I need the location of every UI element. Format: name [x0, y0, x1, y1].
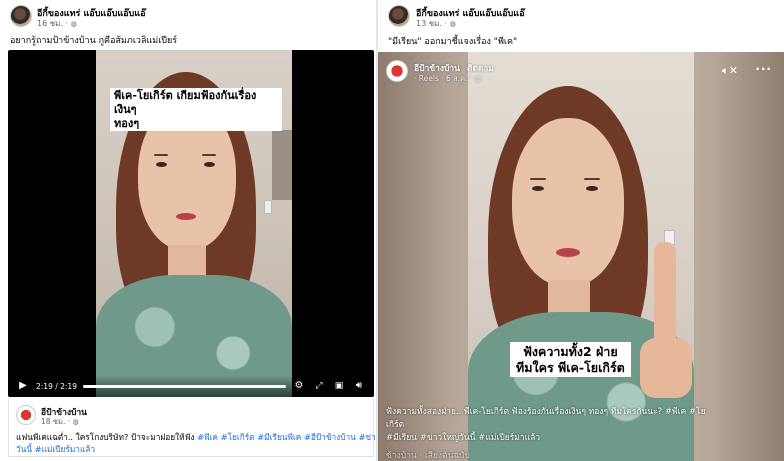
person-lips: [176, 213, 196, 220]
video-time: 2:19 / 2:19: [36, 381, 77, 391]
overlay-line: ฟังความทั้ง2 ฝ่าย: [523, 344, 618, 359]
hashtag-links[interactable]: #มีเรียน #ข่าวใหญ่วันนี้ #แม่เปียร์มาแล้…: [386, 432, 706, 445]
shared-post-time[interactable]: 18 ชม. · ◍: [41, 416, 79, 428]
gear-icon[interactable]: ⚙: [292, 379, 306, 393]
mute-icon[interactable]: 🔈︎✕: [722, 64, 738, 78]
wall-switch: [264, 200, 272, 214]
shared-post-time-text[interactable]: 18 ชม. ·: [41, 417, 73, 426]
page-avatar[interactable]: [388, 5, 410, 27]
doorway: [272, 130, 292, 200]
post-time[interactable]: 13 ชม. · ◍: [416, 17, 456, 30]
person-eye: [156, 162, 167, 167]
reel-overlay-text: ฟังความทั้ง2 ฝ่าย ทีมใคร พีเค-โยเกิร์ต: [510, 342, 631, 378]
person-brow: [202, 154, 216, 156]
audio-line[interactable]: ข้างบ้าน · เสียงต้นฉบับ: [386, 450, 706, 461]
reel-caption-line: ฟังความทั้งสองฝ่าย.. พีเค-โยเกิร์ต ฟ้องร…: [386, 406, 706, 432]
fullscreen-icon[interactable]: ⤢: [312, 379, 326, 393]
hashtag-links[interactable]: #พีเค #โยเกิร์ต #มีเรียนพีเค #อีป้าข้างบ…: [197, 432, 397, 442]
globe-icon: ◍: [72, 418, 79, 426]
person-face: [512, 118, 624, 286]
person-lips: [556, 248, 580, 257]
globe-icon: ◍: [449, 20, 456, 28]
post-caption: "มีเรียน" ออกมาชี้แจงเรื่อง "พีเค": [388, 37, 518, 47]
person-eye: [532, 186, 544, 191]
person-eye: [204, 162, 215, 167]
reel-meta: · Reels · 6 ส.ค. · ◍: [414, 73, 481, 85]
video-progress-fill: [82, 384, 286, 388]
post-time-text[interactable]: 13 ชม. ·: [416, 19, 450, 28]
more-icon[interactable]: ···: [755, 62, 772, 76]
reel-frame: ฟังความทั้ง2 ฝ่าย ทีมใคร พีเค-โยเกิร์ต: [468, 52, 694, 461]
video-player[interactable]: พีเค-โยเกิร์ต เกียมฟ้องกันเรื่องเงินๆ ทอ…: [8, 50, 374, 397]
play-icon[interactable]: ▶: [16, 379, 30, 393]
left-post: อีกี้ของแทร่ แอ๊บแอ๊บแอ๊บแอ๊ 16 ชม. · ◍ …: [0, 0, 397, 461]
post-time-text[interactable]: 16 ชม. ·: [37, 19, 71, 28]
person-hand: [640, 338, 692, 398]
reel-player[interactable]: ฟังความทั้ง2 ฝ่าย ทีมใคร พีเค-โยเกิร์ต อ…: [378, 52, 784, 461]
video-controls: ▶ 2:19 / 2:19 ⚙ ⤢ ▣ 🔊︎: [8, 375, 374, 397]
shared-caption-text: แฟนพีเคแฉต่ำ.. ใครโกงบริษัท? ป้าจะมาฝอยใ…: [16, 432, 198, 442]
reel-caption-text: ฟังความทั้งสองฝ่าย.. พีเค-โยเกิร์ต ฟ้องร…: [386, 407, 665, 417]
post-caption: อยากรู้ถามป้าข้างบ้าน กูคือส้มภเวลิแม่เป…: [10, 36, 178, 46]
shared-post-footer: อีป้าข้างบ้าน 18 ชม. · ◍ แฟนพีเคแฉต่ำ.. …: [8, 399, 397, 457]
overlay-line: ทองๆ: [114, 116, 140, 130]
picture-in-picture-icon[interactable]: ▣: [332, 379, 346, 393]
pointing-finger: [654, 242, 676, 352]
post-time[interactable]: 16 ชม. · ◍: [37, 17, 77, 30]
page-avatar[interactable]: [10, 5, 32, 27]
person-brow: [584, 178, 600, 180]
reel-page-avatar[interactable]: [386, 60, 408, 82]
video-overlay-text: พีเค-โยเกิร์ต เกียมฟ้องกันเรื่องเงินๆ ทอ…: [110, 88, 282, 132]
video-frame: พีเค-โยเกิร์ต เกียมฟ้องกันเรื่องเงินๆ ทอ…: [96, 50, 292, 397]
reel-caption: ฟังความทั้งสองฝ่าย.. พีเค-โยเกิร์ต ฟ้องร…: [386, 406, 706, 461]
person-brow: [154, 154, 168, 156]
volume-icon[interactable]: 🔊︎: [352, 379, 366, 393]
overlay-line: ทีมใคร พีเค-โยเกิร์ต: [516, 359, 625, 375]
globe-icon: ◍: [474, 74, 482, 83]
hashtag-links[interactable]: วันนี้ #แม่เปียร์มาแล้ว: [16, 442, 95, 456]
reel-meta-text: · Reels · 6 ส.ค. ·: [414, 74, 475, 83]
video-progress-bar[interactable]: [82, 384, 286, 388]
globe-icon: ◍: [70, 20, 77, 28]
overlay-line: พีเค-โยเกิร์ต เกียมฟ้องกันเรื่องเงินๆ: [114, 89, 257, 116]
person-eye: [586, 186, 598, 191]
right-post: อีกี้ของแทร่ แอ๊บแอ๊บแอ๊บแอ๊ 13 ชม. · ◍ …: [378, 0, 784, 461]
shared-page-avatar[interactable]: [16, 405, 36, 425]
person-brow: [530, 178, 546, 180]
